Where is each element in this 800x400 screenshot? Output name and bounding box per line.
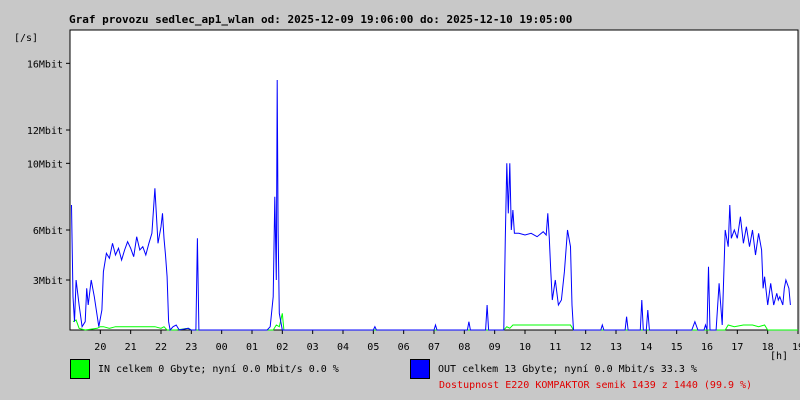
x-tick-label: 00 (216, 342, 228, 353)
x-tick-label: 03 (307, 342, 319, 353)
x-tick-label: 20 (94, 342, 106, 353)
x-tick-label: 05 (367, 342, 379, 353)
x-tick-label: 11 (549, 342, 561, 353)
x-tick-label: 09 (489, 342, 501, 353)
legend-out-swatch (410, 359, 430, 379)
x-tick-label: 08 (458, 342, 470, 353)
legend-out: OUT celkem 13 Gbyte; nyní 0.0 Mbit/s 33.… (410, 359, 697, 379)
x-tick-label: 21 (125, 342, 137, 353)
x-tick-label: 16 (701, 342, 713, 353)
plot-area (69, 29, 799, 331)
y-tick-label: 3Mbit (33, 276, 63, 287)
chart-title: Graf provozu sedlec_ap1_wlan od: 2025-12… (69, 13, 572, 26)
x-axis-ticks: 20 21 22 23 00 01 02 03 04 05 06 07 08 09 10 11 12 13 14 15… (94, 330, 800, 353)
x-tick-label: 01 (246, 342, 258, 353)
x-tick-label: 19 (792, 342, 800, 353)
legend-in-swatch (70, 359, 90, 379)
y-tick-label: 16Mbit (27, 59, 63, 70)
x-tick-label: 23 (185, 342, 197, 353)
x-tick-label: 14 (640, 342, 652, 353)
y-axis-label: [/s] (14, 33, 38, 44)
legend-in-text: IN celkem 0 Gbyte; nyní 0.0 Mbit/s 0.0 % (98, 363, 339, 375)
y-tick-label: 12Mbit (27, 126, 63, 137)
legend-out-text: OUT celkem 13 Gbyte; nyní 0.0 Mbit/s 33.… (438, 363, 697, 375)
x-tick-label: 10 (519, 342, 531, 353)
x-tick-label: 22 (155, 342, 167, 353)
traffic-chart: Graf provozu sedlec_ap1_wlan od: 2025-12… (14, 13, 800, 362)
y-tick-label: 10Mbit (27, 159, 63, 170)
x-tick-label: 02 (276, 342, 288, 353)
x-tick-label: 15 (671, 342, 683, 353)
x-tick-label: 13 (610, 342, 622, 353)
x-axis-label: [h] (770, 351, 788, 362)
x-tick-label: 17 (731, 342, 743, 353)
availability-text: Dostupnost E220 KOMPAKTOR semik 1439 z 1… (439, 380, 753, 391)
y-tick-label: 6Mbit (33, 226, 63, 237)
x-tick-label: 07 (428, 342, 440, 353)
legend-in: IN celkem 0 Gbyte; nyní 0.0 Mbit/s 0.0 % (70, 359, 339, 379)
x-tick-label: 12 (580, 342, 592, 353)
x-tick-label: 04 (337, 342, 349, 353)
y-axis-ticks: 3Mbit 6Mbit 10Mbit 12Mbit 16Mbit (27, 59, 70, 287)
x-tick-label: 06 (398, 342, 410, 353)
